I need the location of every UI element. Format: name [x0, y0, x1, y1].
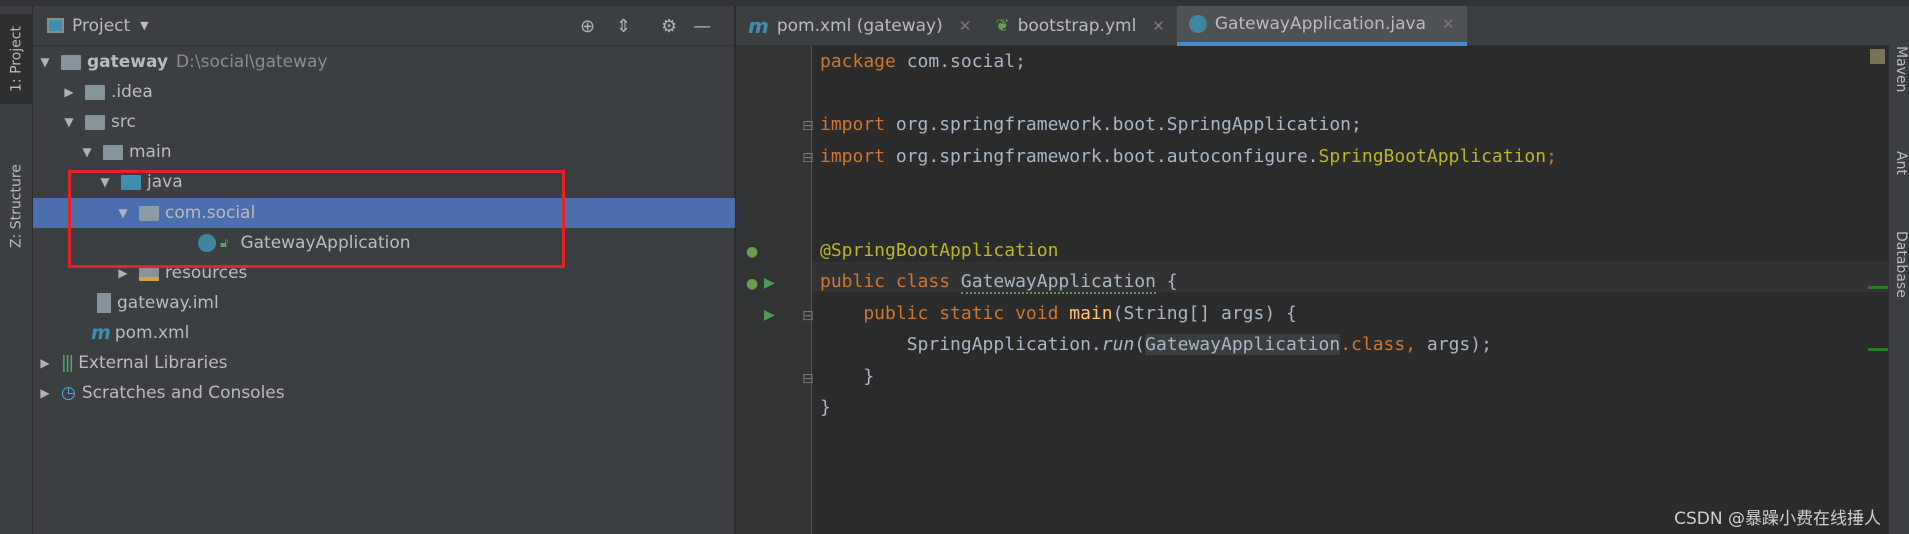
- structure-tool-tab[interactable]: Z: Structure: [0, 146, 33, 266]
- module-folder-icon: [61, 54, 81, 70]
- structure-tool-label: Z: Structure: [8, 164, 25, 248]
- maven-icon: m: [748, 14, 769, 38]
- tree-label: gateway.iml: [117, 293, 219, 313]
- collapsed-arrow-icon[interactable]: ▶: [37, 356, 53, 370]
- tab-gateway-application-java[interactable]: GatewayApplication.java ✕: [1176, 6, 1467, 46]
- tab-pom-xml[interactable]: m pom.xml (gateway) ✕: [736, 6, 983, 46]
- code-line-12: }: [820, 397, 831, 418]
- ant-tool-tab[interactable]: Ant: [1889, 151, 1909, 175]
- tree-label: src: [111, 112, 136, 132]
- tab-label: pom.xml (gateway): [776, 16, 943, 36]
- tree-label: gateway: [87, 52, 169, 72]
- code-line-7: @SpringBootApplication: [820, 240, 1059, 261]
- tree-item-main[interactable]: ▼ main: [33, 137, 735, 167]
- iml-file-icon: [97, 293, 111, 313]
- ant-label: Ant: [1893, 151, 1909, 175]
- tree-label: .idea: [111, 82, 153, 102]
- minimize-icon[interactable]: —: [693, 16, 711, 37]
- change-marker[interactable]: [1868, 286, 1888, 289]
- expanded-arrow-icon[interactable]: ▼: [37, 55, 53, 69]
- spring-bean-icon[interactable]: ●: [746, 244, 758, 260]
- change-marker[interactable]: [1868, 348, 1888, 351]
- folder-icon: [85, 114, 105, 130]
- code-line-10: SpringApplication.run(GatewayApplication…: [820, 334, 1492, 355]
- highlight-annotation-box: [68, 170, 565, 268]
- tree-item-external-libraries[interactable]: ▶ ||| External Libraries: [33, 348, 735, 378]
- watermark: CSDN @暴躁小费在线捶人: [1674, 509, 1881, 529]
- maven-tool-tab[interactable]: Maven: [1889, 46, 1909, 92]
- editor-tab-bar: m pom.xml (gateway) ✕ ❦ bootstrap.yml ✕ Gate…: [736, 6, 1889, 46]
- tree-item-gateway[interactable]: ▼ gateway D:\social\gateway: [33, 47, 735, 77]
- right-tool-strip: Maven Ant Database: [1889, 6, 1909, 534]
- code-line-8: public class GatewayApplication {: [820, 271, 1178, 294]
- tree-item-idea[interactable]: ▶ .idea: [33, 77, 735, 107]
- tab-bootstrap-yml[interactable]: ❦ bootstrap.yml ✕: [983, 6, 1177, 46]
- project-panel-header: Project ▼ ⊕ ⇕ ⚙ —: [33, 6, 735, 46]
- code-line-9: public static void main(String[] args) {: [820, 303, 1297, 324]
- project-panel: Project ▼ ⊕ ⇕ ⚙ — ▼ gateway D:\social\gate…: [33, 6, 735, 534]
- inspection-status-icon[interactable]: [1870, 49, 1885, 64]
- code-line-11: }: [820, 366, 875, 387]
- gear-icon[interactable]: ⚙: [661, 16, 677, 37]
- close-icon[interactable]: ✕: [1152, 17, 1165, 35]
- project-tool-tab[interactable]: 1: Project: [0, 14, 33, 104]
- libraries-icon: |||: [61, 353, 74, 373]
- scratches-icon: ◷: [61, 383, 76, 403]
- tree-label: main: [129, 142, 172, 162]
- collapsed-arrow-icon[interactable]: ▶: [61, 85, 77, 99]
- tab-label: bootstrap.yml: [1017, 16, 1137, 36]
- folder-icon: [103, 144, 123, 160]
- maven-label: Maven: [1893, 46, 1909, 93]
- folder-icon: [85, 84, 105, 100]
- tab-label: GatewayApplication.java: [1214, 14, 1426, 34]
- database-label: Database: [1893, 231, 1909, 298]
- project-window-icon: [47, 18, 64, 33]
- collapsed-arrow-icon[interactable]: ▶: [115, 266, 131, 280]
- project-view-selector[interactable]: Project: [72, 16, 130, 36]
- collapsed-arrow-icon[interactable]: ▶: [37, 386, 53, 400]
- spring-boot-class-icon: [1188, 15, 1207, 33]
- spring-boot-run-icon[interactable]: ●: [746, 276, 758, 292]
- code-line-3: import org.springframework.boot.SpringAp…: [820, 114, 1362, 135]
- expanded-arrow-icon[interactable]: ▼: [61, 115, 77, 129]
- locate-icon[interactable]: ⊕: [580, 16, 595, 37]
- close-icon[interactable]: ✕: [959, 17, 972, 35]
- code-editor[interactable]: package com.social; import org.springfra…: [812, 46, 1889, 534]
- collapse-all-icon[interactable]: ⇕: [616, 16, 631, 37]
- tree-label: pom.xml: [114, 323, 190, 343]
- run-icon[interactable]: ▶: [764, 275, 775, 291]
- tree-item-gateway-iml[interactable]: gateway.iml: [33, 288, 735, 318]
- database-tool-tab[interactable]: Database: [1889, 231, 1909, 298]
- tree-label: External Libraries: [78, 353, 228, 373]
- code-line-1: package com.social;: [820, 51, 1026, 72]
- close-icon[interactable]: ✕: [1442, 15, 1455, 33]
- tree-item-src[interactable]: ▼ src: [33, 107, 735, 137]
- tree-item-scratches[interactable]: ▶ ◷ Scratches and Consoles: [33, 378, 735, 408]
- tree-path: D:\social\gateway: [176, 52, 328, 72]
- expanded-arrow-icon[interactable]: ▼: [79, 145, 95, 159]
- project-tool-label: 1: Project: [8, 26, 25, 92]
- left-tool-strip: 1: Project Z: Structure: [0, 6, 33, 534]
- editor-gutter: ● ● ▶ ▶ ⊟ ⊟ ⊟ ⊟: [736, 46, 814, 534]
- code-line-4: import org.springframework.boot.autoconf…: [820, 146, 1557, 167]
- tree-label: Scratches and Consoles: [81, 383, 285, 403]
- maven-icon: m: [91, 322, 111, 344]
- chevron-down-icon[interactable]: ▼: [140, 19, 148, 32]
- spring-leaf-icon: ❦: [995, 16, 1010, 36]
- run-icon[interactable]: ▶: [764, 307, 775, 323]
- tree-item-pom-xml[interactable]: m pom.xml: [33, 318, 735, 348]
